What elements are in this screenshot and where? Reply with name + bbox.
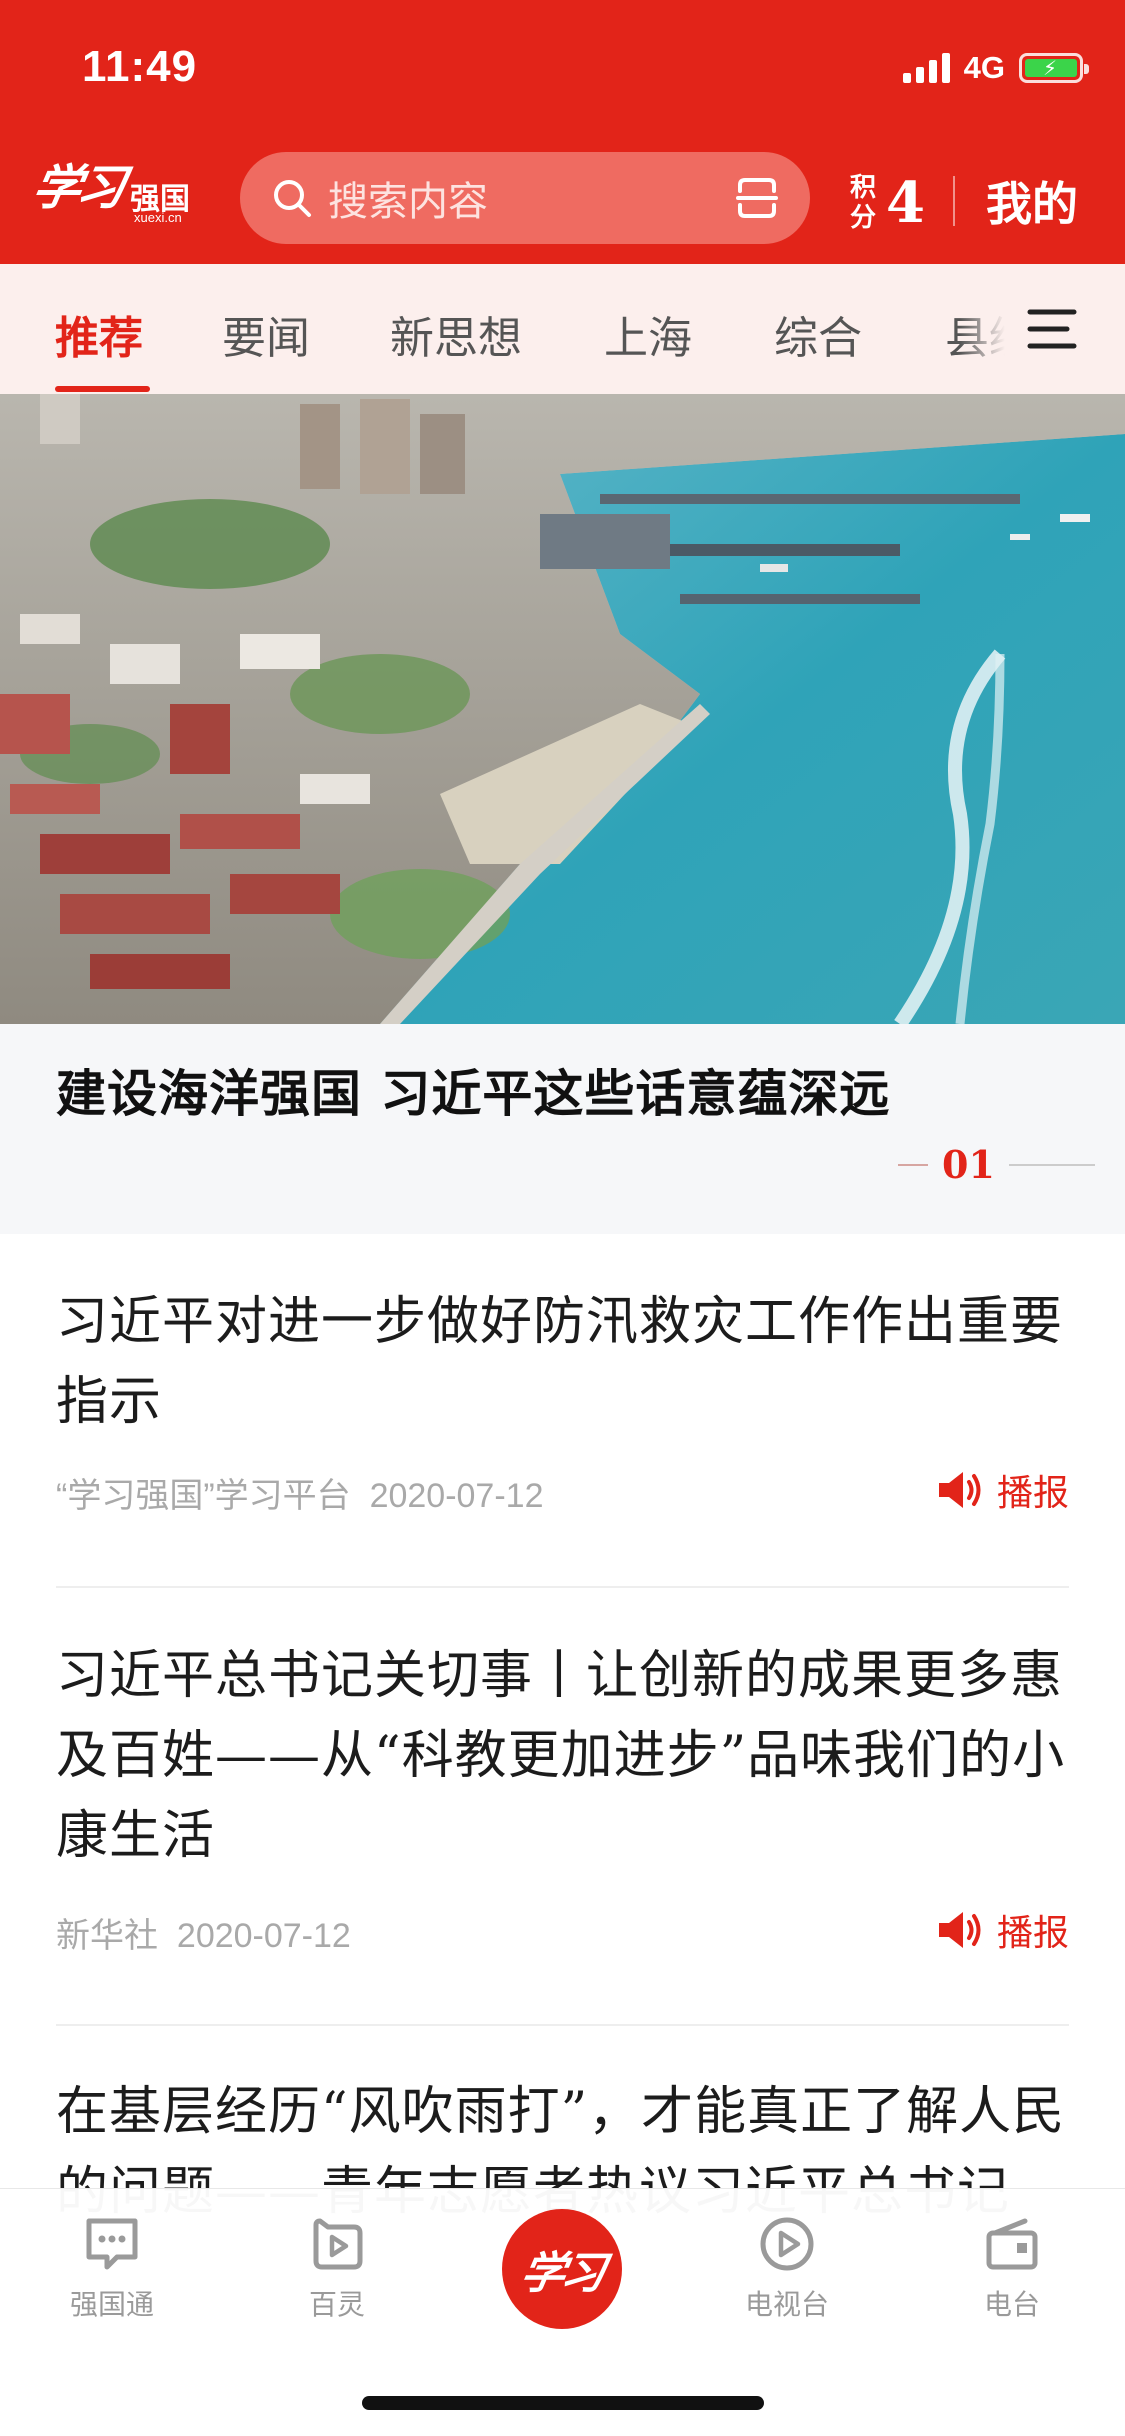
hero-image[interactable]	[0, 394, 1125, 1024]
active-tab-indicator	[55, 386, 150, 392]
tv-icon	[760, 2217, 814, 2271]
signal-icon	[902, 53, 950, 83]
broadcast-button[interactable]: 播报	[937, 1904, 1069, 1956]
nav-xuexi-center[interactable]: 学习	[502, 2209, 622, 2329]
points-value: 4	[886, 170, 925, 236]
news-title: 习近平对进一步做好防汛救灾工作作出重要指示	[56, 1292, 1064, 1432]
search-placeholder: 搜索内容	[328, 179, 488, 225]
hero-caption[interactable]: 建设海洋强国 习近平这些话意蕴深远 01	[0, 1024, 1125, 1234]
nav-label: 电台	[983, 2288, 1040, 2321]
points-label: 积 分	[850, 173, 877, 233]
broadcast-button[interactable]: 播报	[937, 1464, 1069, 1516]
speaker-icon	[938, 1912, 981, 1948]
nav-tv[interactable]: 电视台	[707, 2213, 867, 2323]
news-date: 2020-07-12	[176, 1917, 351, 1955]
status-indicators: 4G ⚡	[902, 50, 1089, 86]
bailing-icon	[313, 2218, 363, 2270]
news-meta: “学习强国”学习平台 2020-07-12	[56, 1468, 543, 1517]
scan-icon[interactable]	[734, 175, 780, 221]
coastal-city-photo	[0, 394, 1125, 1024]
menu-icon	[1027, 309, 1077, 349]
search-bar[interactable]: 搜索内容	[240, 152, 810, 244]
mine-button[interactable]: 我的	[986, 168, 1078, 234]
nav-bailing[interactable]: 百灵	[257, 2213, 417, 2323]
divider	[56, 1586, 1069, 1588]
broadcast-label: 播报	[996, 1913, 1069, 1954]
tab-comprehensive[interactable]: 综合	[774, 302, 862, 366]
news-source: “学习强国”学习平台	[56, 1477, 351, 1515]
channel-menu-button[interactable]	[1005, 264, 1125, 394]
broadcast-label: 播报	[996, 1473, 1069, 1514]
nav-label: 电视台	[744, 2288, 829, 2321]
carousel-indicator: 01	[898, 1142, 1095, 1187]
points-display[interactable]: 积 分 4	[850, 170, 925, 236]
tab-new-thought[interactable]: 新思想	[390, 302, 522, 366]
network-type: 4G	[963, 50, 1005, 85]
search-icon	[274, 180, 311, 217]
xuexi-logo[interactable]: 学习 强国 xuexi.cn	[28, 148, 202, 230]
radio-icon	[986, 2218, 1038, 2270]
channel-tabs: 推荐 要闻 新思想 上海 综合 县级	[0, 264, 1125, 394]
news-item[interactable]: 习近平对进一步做好防汛救灾工作作出重要指示 “学习强国”学习平台 2020-07…	[56, 1282, 1069, 1542]
news-date: 2020-07-12	[369, 1477, 544, 1515]
status-time: 11:49	[82, 42, 198, 91]
home-indicator[interactable]	[362, 2396, 764, 2410]
news-title: 习近平总书记关切事丨让创新的成果更多惠及百姓——从“科教更加进步”品味我们的小康…	[56, 1646, 1066, 1866]
logo-script: 学习	[28, 160, 127, 216]
tab-recommend[interactable]: 推荐	[55, 302, 143, 366]
app-header: 11:49 4G ⚡ 学习 强国 xuexi.cn 搜索内容 积 分 4 我的	[0, 0, 1125, 264]
hero-title: 建设海洋强国 习近平这些话意蕴深远	[56, 1064, 891, 1123]
nav-label: 强国通	[69, 2288, 154, 2321]
speaker-icon	[938, 1472, 981, 1508]
news-meta: 新华社 2020-07-12	[56, 1908, 351, 1957]
nav-qiangguotong[interactable]: 强国通	[32, 2213, 192, 2323]
header-divider	[953, 176, 955, 226]
tab-headlines[interactable]: 要闻	[222, 302, 310, 366]
nav-label: 百灵	[308, 2288, 365, 2321]
xuexi-logo: 学习	[516, 2248, 606, 2299]
battery-icon: ⚡	[1019, 53, 1089, 83]
carousel-index: 01	[942, 1142, 995, 1187]
tab-shanghai[interactable]: 上海	[604, 302, 692, 366]
nav-radio[interactable]: 电台	[932, 2213, 1092, 2323]
logo-subtext: xuexi.cn	[134, 210, 182, 225]
chat-icon	[86, 2218, 138, 2270]
news-item[interactable]: 习近平总书记关切事丨让创新的成果更多惠及百姓——从“科教更加进步”品味我们的小康…	[56, 1636, 1069, 1976]
divider	[56, 2024, 1069, 2026]
news-source: 新华社	[56, 1917, 158, 1955]
